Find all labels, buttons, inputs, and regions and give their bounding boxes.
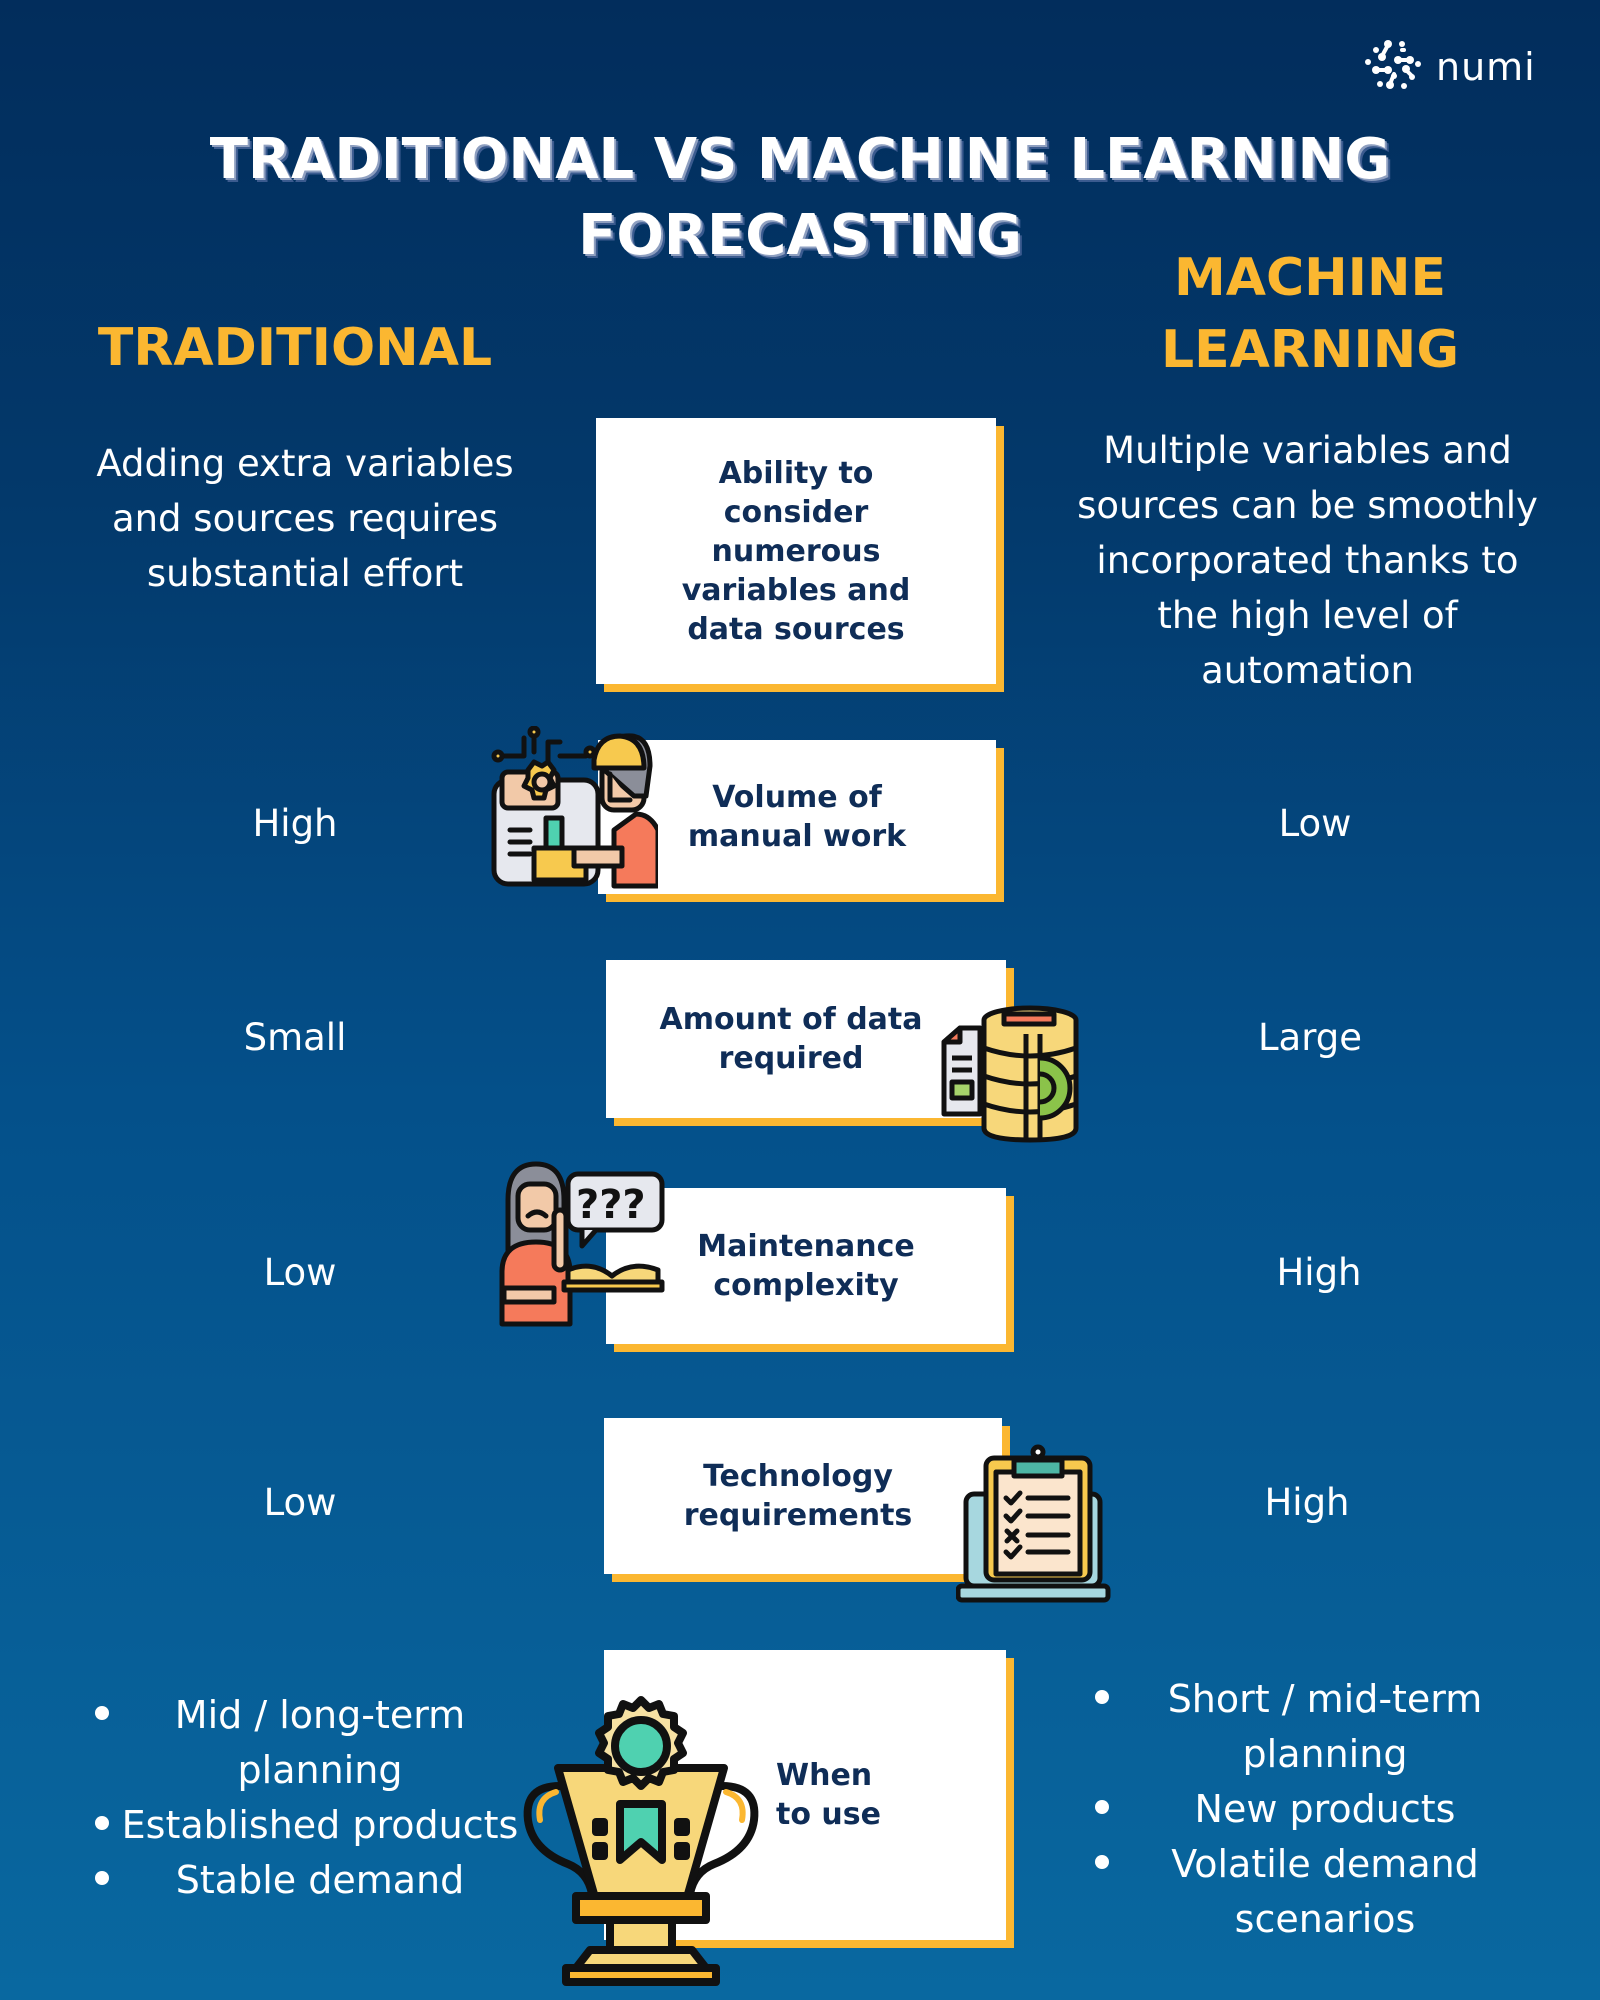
title-line-1: TRADITIONAL VS MACHINE LEARNING bbox=[209, 127, 1391, 192]
trophy-award-icon bbox=[516, 1696, 766, 1986]
criterion-label: Technology requirements bbox=[604, 1418, 1002, 1574]
ml-heading-line-2: LEARNING bbox=[1160, 320, 1459, 380]
traditional-heading: TRADITIONAL bbox=[97, 318, 493, 378]
list-item: Mid / long-term planning bbox=[95, 1688, 545, 1798]
traditional-manual-work-value: High bbox=[252, 802, 338, 845]
text-line: Technology bbox=[703, 1459, 893, 1494]
text-line: manual work bbox=[687, 819, 907, 854]
ml-maintenance-value: High bbox=[1276, 1251, 1362, 1294]
text-line: data sources bbox=[687, 611, 905, 647]
traditional-use-cases-list: Mid / long-term planning Established pro… bbox=[95, 1688, 545, 1908]
text-line: planning bbox=[237, 1748, 403, 1792]
bullet-icon bbox=[95, 1706, 109, 1720]
text-line: numerous bbox=[711, 533, 881, 569]
traditional-data-amount-value: Small bbox=[243, 1016, 347, 1059]
traditional-maintenance-value: Low bbox=[263, 1251, 337, 1294]
numi-logo: numi bbox=[1362, 36, 1536, 97]
text-line: Established products bbox=[121, 1803, 519, 1847]
text-line: When bbox=[776, 1758, 873, 1793]
text-line: Ability to bbox=[718, 455, 874, 491]
machine-learning-heading: MACHINE LEARNING bbox=[1080, 242, 1540, 386]
text-line: Amount of data bbox=[659, 1002, 923, 1037]
text-line: requirements bbox=[683, 1498, 913, 1533]
svg-text:???: ??? bbox=[576, 1182, 646, 1228]
text-line: required bbox=[718, 1041, 864, 1076]
molecule-network-icon bbox=[1362, 36, 1424, 97]
text-line: Mid / long-term bbox=[174, 1693, 466, 1737]
text-line: the high level of bbox=[1157, 594, 1458, 637]
text-line: consider bbox=[723, 494, 869, 530]
ml-data-amount-value: Large bbox=[1257, 1016, 1363, 1059]
text-line: incorporated thanks to bbox=[1096, 539, 1519, 582]
list-item: Stable demand bbox=[95, 1853, 545, 1908]
brand-name: numi bbox=[1436, 44, 1536, 89]
text-line: complexity bbox=[713, 1268, 899, 1303]
text-line: Volatile demand bbox=[1171, 1842, 1479, 1886]
text-line: Volume of bbox=[712, 780, 882, 815]
list-item: Established products bbox=[95, 1798, 545, 1853]
text-line: Adding extra variables bbox=[96, 442, 514, 485]
criterion-label: Ability to consider numerous variables a… bbox=[596, 418, 996, 684]
text-line: New products bbox=[1194, 1787, 1456, 1831]
text-line: automation bbox=[1201, 649, 1414, 692]
text-line: substantial effort bbox=[146, 552, 464, 595]
confused-person-question-book-icon: ??? bbox=[498, 1160, 668, 1330]
database-gear-icon bbox=[940, 1004, 1084, 1144]
worker-with-gear-dashboard-icon bbox=[490, 726, 658, 890]
text-line: variables and bbox=[681, 572, 911, 608]
ml-variables-text: Multiple variables and sources can be sm… bbox=[1055, 423, 1560, 698]
text-line: scenarios bbox=[1234, 1897, 1416, 1941]
list-item: Volatile demand scenarios bbox=[1095, 1837, 1555, 1947]
text-line: and sources requires bbox=[111, 497, 499, 540]
text-line: Short / mid-term bbox=[1167, 1677, 1483, 1721]
ml-use-cases-list: Short / mid-term planning New products V… bbox=[1095, 1672, 1555, 1947]
bullet-icon bbox=[95, 1816, 109, 1830]
list-item: Short / mid-term planning bbox=[1095, 1672, 1555, 1782]
text-line: Stable demand bbox=[175, 1858, 465, 1902]
text-line: Multiple variables and bbox=[1103, 429, 1512, 472]
text-line: to use bbox=[776, 1797, 881, 1832]
text-line: planning bbox=[1242, 1732, 1408, 1776]
bullet-icon bbox=[95, 1871, 109, 1885]
ml-heading-line-1: MACHINE bbox=[1173, 248, 1447, 308]
bullet-icon bbox=[1095, 1800, 1109, 1814]
list-item: New products bbox=[1095, 1782, 1555, 1837]
text-line: Maintenance bbox=[697, 1229, 915, 1264]
text-line: sources can be smoothly bbox=[1077, 484, 1538, 527]
bullet-icon bbox=[1095, 1690, 1109, 1704]
ml-manual-work-value: Low bbox=[1278, 802, 1352, 845]
traditional-technology-value: Low bbox=[263, 1481, 337, 1524]
bullet-icon bbox=[1095, 1855, 1109, 1869]
traditional-variables-text: Adding extra variables and sources requi… bbox=[60, 436, 550, 601]
laptop-checklist-icon bbox=[956, 1444, 1112, 1604]
ml-technology-value: High bbox=[1264, 1481, 1350, 1524]
